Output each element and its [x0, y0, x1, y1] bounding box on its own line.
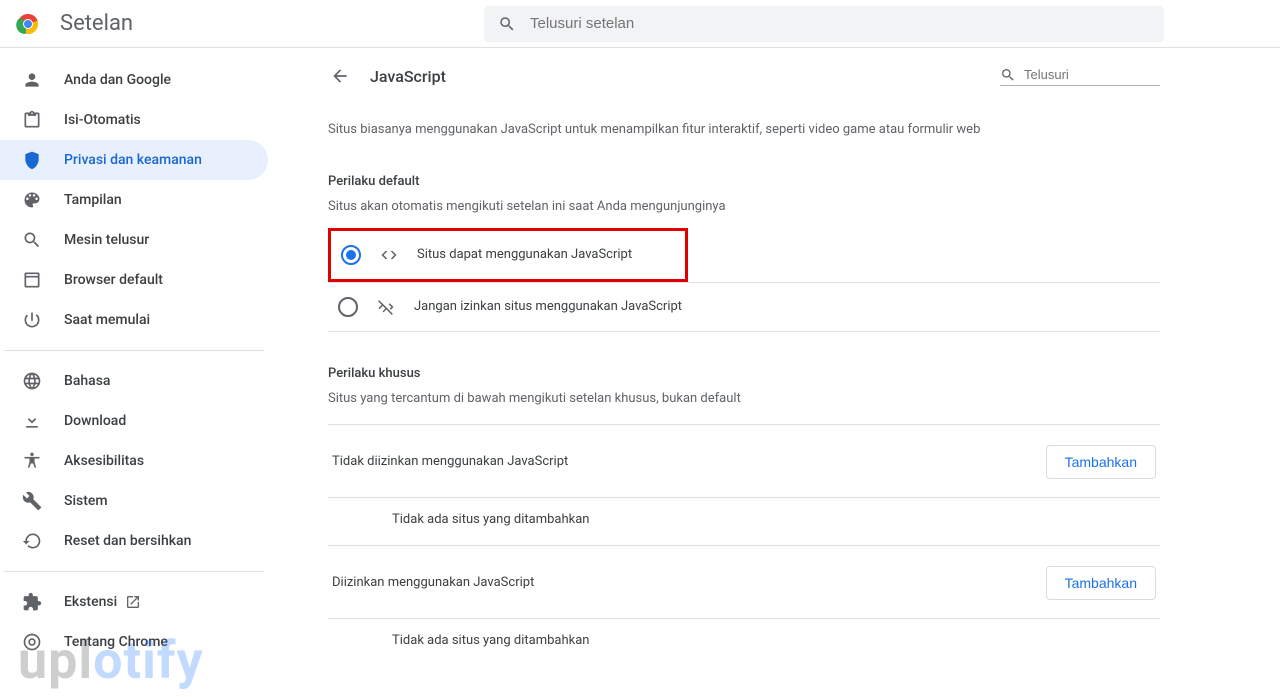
chrome-logo-icon	[16, 12, 40, 36]
add-blocked-button[interactable]: Tambahkan	[1046, 445, 1156, 479]
puzzle-icon	[22, 592, 42, 612]
radio-option-block-js[interactable]: Jangan izinkan situs menggunakan JavaScr…	[328, 283, 1160, 331]
search-icon	[1000, 67, 1016, 83]
header-search-input[interactable]	[530, 15, 1150, 32]
browser-icon	[22, 270, 42, 290]
globe-icon	[22, 371, 42, 391]
radio-option-label: Jangan izinkan situs menggunakan JavaScr…	[414, 299, 682, 314]
blocked-list-title: Tidak diizinkan menggunakan JavaScript	[332, 454, 568, 469]
sidebar-item-label: Reset dan bersihkan	[64, 533, 191, 549]
sidebar-item-label: Sistem	[64, 493, 108, 509]
shield-icon	[22, 150, 42, 170]
sidebar-item-label: Bahasa	[64, 373, 110, 389]
sidebar-item-label: Anda dan Google	[64, 72, 171, 88]
watermark: uplotify	[18, 630, 204, 691]
sidebar-item-appearance[interactable]: Tampilan	[0, 180, 268, 220]
sidebar-item-you-google[interactable]: Anda dan Google	[0, 60, 268, 100]
radio-unchecked-icon	[338, 297, 358, 317]
sidebar-divider	[4, 350, 264, 351]
sidebar-item-label: Tampilan	[64, 192, 122, 208]
download-icon	[22, 411, 42, 431]
page-title: JavaScript	[370, 67, 446, 86]
sidebar-item-system[interactable]: Sistem	[0, 481, 268, 521]
radio-checked-icon	[341, 245, 361, 265]
default-behavior-subtitle: Situs akan otomatis mengikuti setelan in…	[328, 199, 1160, 214]
watermark-part: tify	[124, 630, 204, 691]
sidebar-divider	[4, 571, 264, 572]
page-description: Situs biasanya menggunakan JavaScript un…	[328, 120, 1160, 140]
back-button[interactable]	[328, 64, 352, 88]
sidebar-item-startup[interactable]: Saat memulai	[0, 300, 268, 340]
watermark-part: o	[93, 630, 123, 691]
search-icon	[22, 230, 42, 250]
highlight-annotation: Situs dapat menggunakan JavaScript	[328, 228, 688, 282]
sidebar-item-label: Mesin telusur	[64, 232, 149, 248]
default-behavior-title: Perilaku default	[328, 174, 1160, 189]
wrench-icon	[22, 491, 42, 511]
sidebar-item-accessibility[interactable]: Aksesibilitas	[0, 441, 268, 481]
accessibility-icon	[22, 451, 42, 471]
code-icon	[379, 246, 399, 264]
sidebar-item-reset[interactable]: Reset dan bersihkan	[0, 521, 268, 561]
restore-icon	[22, 531, 42, 551]
power-icon	[22, 310, 42, 330]
search-icon	[498, 15, 516, 33]
blocked-list-header: Tidak diizinkan menggunakan JavaScript T…	[328, 424, 1160, 497]
sidebar-item-label: Saat memulai	[64, 312, 150, 328]
add-allowed-button[interactable]: Tambahkan	[1046, 566, 1156, 600]
clipboard-icon	[22, 110, 42, 130]
radio-option-allow-js[interactable]: Situs dapat menggunakan JavaScript	[331, 231, 685, 279]
header-search[interactable]	[484, 6, 1164, 42]
sidebar-item-downloads[interactable]: Download	[0, 401, 268, 441]
sidebar-item-label: Privasi dan keamanan	[64, 152, 202, 168]
custom-behavior-subtitle: Situs yang tercantum di bawah mengikuti …	[328, 391, 1160, 406]
app-title: Setelan	[60, 11, 133, 36]
sidebar-item-label: Download	[64, 413, 126, 429]
custom-behavior-title: Perilaku khusus	[328, 366, 1160, 381]
allowed-list-empty: Tidak ada situs yang ditambahkan	[328, 618, 1160, 666]
radio-option-label: Situs dapat menggunakan JavaScript	[417, 247, 632, 262]
watermark-part: upl	[18, 630, 93, 691]
code-off-icon	[376, 298, 396, 316]
external-link-icon	[125, 594, 141, 610]
sidebar-item-default-browser[interactable]: Browser default	[0, 260, 268, 300]
page-search[interactable]	[1000, 67, 1160, 86]
sidebar-item-autofill[interactable]: Isi-Otomatis	[0, 100, 268, 140]
palette-icon	[22, 190, 42, 210]
app-header: Setelan	[0, 0, 1280, 48]
sidebar-item-search-engine[interactable]: Mesin telusur	[0, 220, 268, 260]
page-search-input[interactable]	[1024, 67, 1144, 82]
page-topbar: JavaScript	[328, 64, 1160, 88]
sidebar-item-privacy[interactable]: Privasi dan keamanan	[0, 140, 268, 180]
sidebar-item-extensions[interactable]: Ekstensi	[0, 582, 268, 622]
person-icon	[22, 70, 42, 90]
sidebar-item-label: Isi-Otomatis	[64, 112, 141, 128]
sidebar: Anda dan Google Isi-Otomatis Privasi dan…	[0, 48, 268, 697]
allowed-list-title: Diizinkan menggunakan JavaScript	[332, 575, 534, 590]
sidebar-item-label: Browser default	[64, 272, 163, 288]
back-arrow-icon	[330, 66, 350, 86]
sidebar-item-label: Ekstensi	[64, 594, 117, 610]
allowed-list-header: Diizinkan menggunakan JavaScript Tambahk…	[328, 545, 1160, 618]
sidebar-item-languages[interactable]: Bahasa	[0, 361, 268, 401]
sidebar-item-label: Aksesibilitas	[64, 453, 144, 469]
blocked-list-empty: Tidak ada situs yang ditambahkan	[328, 497, 1160, 545]
main-content: JavaScript Situs biasanya menggunakan Ja…	[268, 48, 1280, 697]
